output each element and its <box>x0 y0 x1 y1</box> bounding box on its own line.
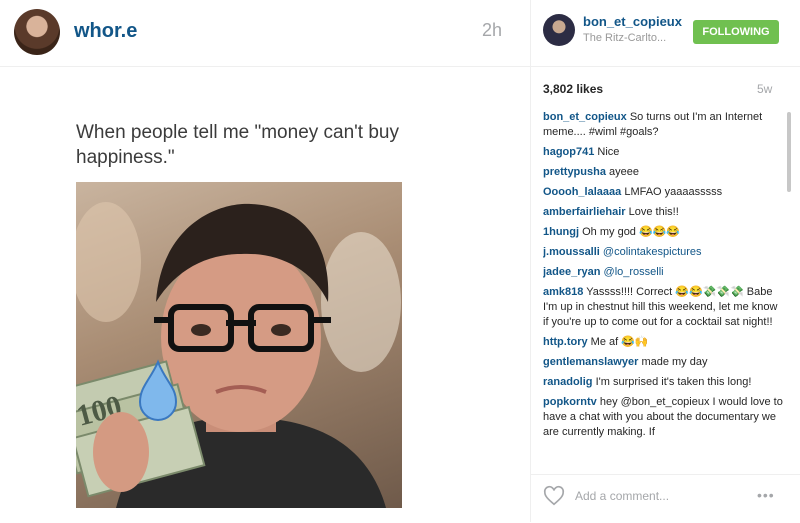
comment-item: popkorntv hey @bon_et_copieux I would lo… <box>543 395 783 440</box>
comment-item: amk818 Yassss!!!! Correct 😂😂💸💸💸 Babe I'm… <box>543 285 783 330</box>
comment-user[interactable]: j.moussalli <box>543 246 600 258</box>
comment-user[interactable]: gentlemanslawyer <box>543 356 638 368</box>
comment-user[interactable]: http.tory <box>543 336 588 348</box>
post-time: 2h <box>482 20 503 40</box>
more-options-icon[interactable]: ••• <box>757 487 775 503</box>
author-avatar[interactable] <box>543 14 575 46</box>
comment-user[interactable]: bon_et_copieux <box>543 111 627 123</box>
comment-list: bon_et_copieux So turns out I'm an Inter… <box>543 110 783 470</box>
comments-scrollbar[interactable] <box>787 112 791 192</box>
following-button[interactable]: FOLLOWING <box>693 20 779 44</box>
comment-text: I'm surprised it's taken this long! <box>595 376 752 388</box>
comment-user[interactable]: 1hungj <box>543 226 579 238</box>
comment-item: gentlemanslawyer made my day <box>543 355 783 370</box>
comment-item: hagop741 Nice <box>543 145 783 160</box>
comment-item: j.moussalli @colintakespictures <box>543 245 783 260</box>
comment-text: ayeee <box>609 166 640 178</box>
comment-user[interactable]: prettypusha <box>543 166 606 178</box>
comment-user[interactable]: amk818 <box>543 286 583 298</box>
post-username[interactable]: whor.e <box>74 20 137 43</box>
meme-caption: When people tell me "money can't buy hap… <box>76 122 399 168</box>
add-comment-input[interactable]: Add a comment... <box>575 489 669 503</box>
comment-user[interactable]: ranadolig <box>543 376 593 388</box>
comment-item: ranadolig I'm surprised it's taken this … <box>543 375 783 390</box>
meme-photo: 100 <box>76 182 402 508</box>
comment-user[interactable]: hagop741 <box>543 146 594 158</box>
comments-panel: bon_et_copieux The Ritz-Carlto... FOLLOW… <box>530 0 800 522</box>
comment-footer: Add a comment... ••• <box>531 474 800 523</box>
avatar[interactable] <box>14 9 60 55</box>
likes-count[interactable]: 3,802 likes <box>543 82 603 96</box>
post-header: whor.e 2h <box>0 0 530 67</box>
comment-item: http.tory Me af 😂🙌 <box>543 335 783 350</box>
author-header: bon_et_copieux The Ritz-Carlto... FOLLOW… <box>531 0 800 67</box>
comment-text: Me af 😂🙌 <box>590 336 649 348</box>
comment-mention[interactable]: @lo_rosselli <box>604 266 664 278</box>
comment-text: Love this!! <box>628 206 679 218</box>
heart-icon[interactable] <box>543 485 565 507</box>
comment-text: made my day <box>641 356 708 368</box>
comment-user[interactable]: amberfairliehair <box>543 206 626 218</box>
location-link[interactable]: The Ritz-Carlto... <box>583 32 666 44</box>
post-age: 5w <box>757 82 773 96</box>
comment-item: Ooooh_lalaaaa LMFAO yaaaasssss <box>543 185 783 200</box>
post-panel: whor.e 2h When people tell me "money can… <box>0 0 530 522</box>
comment-item: prettypusha ayeee <box>543 165 783 180</box>
comment-text: Nice <box>597 146 620 158</box>
post-image: When people tell me "money can't buy hap… <box>62 106 414 520</box>
meme-photo-illustration: 100 <box>76 202 401 508</box>
comment-item: jadee_ryan @lo_rosselli <box>543 265 783 280</box>
comment-text: LMFAO yaaaasssss <box>624 186 723 198</box>
author-username[interactable]: bon_et_copieux <box>583 14 682 29</box>
comment-text: Oh my god 😂😂😂 <box>582 226 681 238</box>
comment-item: bon_et_copieux So turns out I'm an Inter… <box>543 110 783 140</box>
comment-user[interactable]: jadee_ryan <box>543 266 600 278</box>
comment-mention[interactable]: @colintakespictures <box>603 246 702 258</box>
comment-user[interactable]: Ooooh_lalaaaa <box>543 186 621 198</box>
comment-user[interactable]: popkorntv <box>543 396 597 408</box>
comment-item: 1hungj Oh my god 😂😂😂 <box>543 225 783 240</box>
comment-item: amberfairliehair Love this!! <box>543 205 783 220</box>
